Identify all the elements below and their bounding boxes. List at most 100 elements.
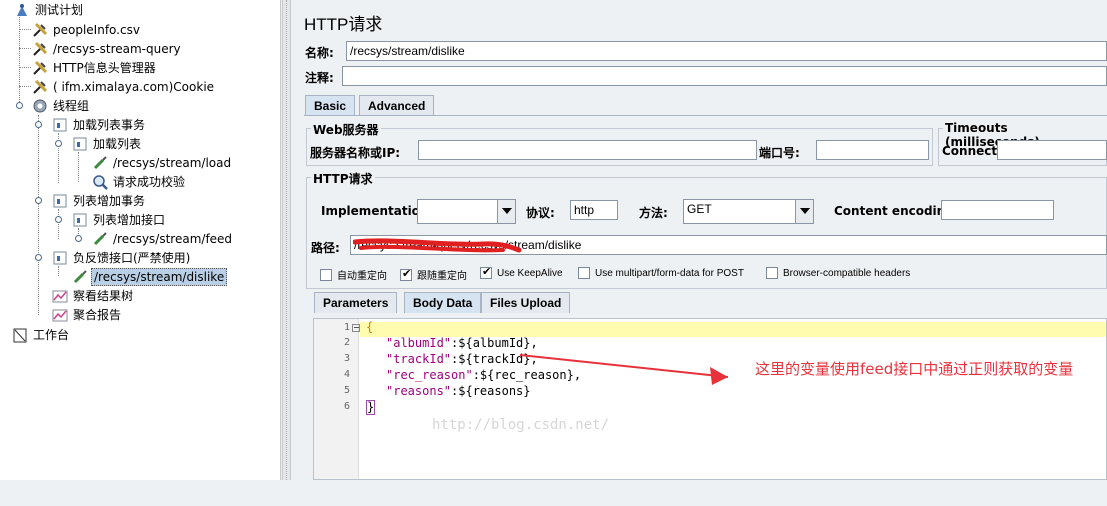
line-number: 1	[343, 322, 350, 333]
method-select[interactable]: GET	[683, 199, 814, 224]
expand-toggle-icon[interactable]	[35, 254, 42, 261]
transaction-icon	[52, 250, 68, 266]
transaction-icon	[72, 212, 88, 228]
implementation-select[interactable]	[417, 199, 516, 224]
checkbox-box	[578, 267, 590, 279]
fold-icon[interactable]: −	[352, 324, 360, 332]
expand-toggle-icon[interactable]	[35, 121, 42, 128]
expand-toggle-icon[interactable]	[75, 235, 82, 242]
browser-headers-checkbox[interactable]: Browser-compatible headers	[766, 267, 910, 279]
auto-redirect-checkbox[interactable]: 自动重定向	[320, 267, 387, 282]
http-request-legend: HTTP请求	[311, 170, 375, 187]
comment-label: 注释:	[305, 71, 334, 85]
pipette-icon	[92, 155, 108, 171]
tree-item-recsys-stream-query[interactable]: /recsys-stream-query	[32, 39, 183, 58]
tree-item-label: 线程组	[53, 98, 90, 113]
chevron-down-icon[interactable]	[795, 200, 813, 223]
tree-item-load-list[interactable]: 加载列表	[72, 134, 143, 153]
method-label: 方法:	[639, 206, 668, 220]
tree-item-add-list-transaction[interactable]: 列表增加事务	[52, 191, 147, 210]
line-number: 4	[343, 369, 350, 380]
expand-toggle-icon[interactable]	[35, 197, 42, 204]
checkbox-label: 自动重定向	[337, 271, 387, 282]
follow-redirect-checkbox[interactable]: 跟随重定向	[400, 267, 467, 282]
tree-item-dislike-transaction[interactable]: 负反馈接口(严禁使用)	[52, 248, 192, 267]
protocol-field[interactable]: http	[570, 200, 618, 220]
gear-icon	[32, 98, 48, 114]
line-number: 6	[343, 401, 350, 412]
keepalive-checkbox[interactable]: Use KeepAlive	[480, 265, 563, 279]
connect-timeout-field[interactable]	[997, 140, 1107, 160]
tree-item-stream-load[interactable]: /recsys/stream/load	[92, 153, 233, 172]
tab-parameters[interactable]: Parameters	[314, 292, 398, 313]
tab-advanced[interactable]: Advanced	[359, 95, 435, 116]
annotation-text: 这里的变量使用feed接口中通过正则获取的变量	[755, 360, 1074, 378]
tree-item-add-list-api[interactable]: 列表增加接口	[72, 210, 167, 229]
tree-item-label: ( ifm.ximalaya.com)Cookie	[53, 79, 215, 94]
transaction-icon	[52, 117, 68, 133]
content-encoding-field[interactable]	[941, 200, 1054, 220]
tree-item-stream-dislike[interactable]: /recsys/stream/dislike	[72, 267, 228, 286]
wrench-icon	[32, 79, 48, 95]
tree-item-label: 列表增加事务	[73, 193, 146, 208]
pipette-icon	[92, 231, 108, 247]
checkbox-box	[400, 267, 412, 281]
tree-item-label: /recsys-stream-query	[53, 41, 181, 56]
test-plan-icon	[14, 2, 30, 18]
transaction-icon	[72, 136, 88, 152]
server-label: 服务器名称或IP:	[310, 146, 401, 160]
port-label: 端口号:	[759, 146, 800, 160]
wrench-icon	[32, 60, 48, 76]
magnifier-icon	[92, 174, 108, 190]
multipart-checkbox[interactable]: Use multipart/form-data for POST	[578, 267, 744, 279]
tab-basic[interactable]: Basic	[305, 95, 356, 116]
arrow-icon	[519, 354, 729, 385]
wrench-icon	[32, 22, 48, 38]
protocol-label: 协议:	[526, 206, 555, 220]
tree-item-response-assertion[interactable]: 请求成功校验	[92, 172, 187, 191]
expand-toggle-icon[interactable]	[55, 216, 62, 223]
tree-item-label: 负反馈接口(严禁使用)	[73, 250, 191, 265]
chevron-down-icon[interactable]	[497, 200, 515, 223]
test-plan-tree[interactable]: 测试计划 peopleInfo.csv /recsys-stream-query…	[0, 0, 281, 480]
comment-field[interactable]	[342, 66, 1107, 86]
content-encoding-label: Content encoding:	[834, 204, 959, 218]
tree-item-label: peopleInfo.csv	[53, 22, 140, 37]
checkbox-box	[766, 267, 778, 279]
expand-toggle-icon[interactable]	[16, 102, 23, 109]
code-line: }	[366, 400, 376, 415]
chart-icon	[52, 288, 68, 304]
code-line: {	[366, 320, 374, 334]
code-line: "albumId":${albumId},	[386, 336, 538, 350]
tree-item-label: /recsys/stream/feed	[113, 231, 233, 246]
port-field[interactable]	[816, 140, 929, 160]
tree-item-label: 聚合报告	[73, 307, 122, 322]
tree-item-stream-feed[interactable]: /recsys/stream/feed	[92, 229, 234, 248]
server-field[interactable]	[418, 140, 757, 160]
tree-item-cookie[interactable]: ( ifm.ximalaya.com)Cookie	[32, 77, 216, 96]
tree-item-test-plan[interactable]: 测试计划	[14, 0, 85, 19]
tree-item-load-list-transaction[interactable]: 加载列表事务	[52, 115, 147, 134]
body-data-editor[interactable]: 1 2 3 4 5 6 − { "albumId":${albumId}, "t…	[313, 318, 1107, 480]
checkbox-box	[480, 265, 492, 279]
tab-files-upload[interactable]: Files Upload	[481, 292, 571, 313]
watermark: http://blog.csdn.net/	[432, 417, 610, 433]
tree-item-results-tree[interactable]: 察看结果树	[52, 286, 135, 305]
tree-item-thread-group[interactable]: 线程组	[32, 96, 91, 115]
tree-item-header-manager[interactable]: HTTP信息头管理器	[32, 58, 158, 77]
method-value: GET	[687, 202, 712, 216]
expand-toggle-icon[interactable]	[55, 140, 62, 147]
tree-item-aggregate-report[interactable]: 聚合报告	[52, 305, 123, 324]
tree-item-label: 请求成功校验	[113, 174, 186, 189]
tree-item-label: 加载列表事务	[73, 117, 146, 132]
page-title: HTTP请求	[304, 15, 383, 34]
tree-item-label: /recsys/stream/dislike	[91, 267, 228, 286]
pipette-icon	[72, 269, 88, 285]
tree-item-csv[interactable]: peopleInfo.csv	[32, 20, 142, 39]
line-number: 3	[343, 353, 350, 364]
splitter-handle[interactable]	[282, 0, 291, 480]
tree-item-workbench[interactable]: 工作台	[12, 325, 71, 344]
name-field[interactable]: /recsys/stream/dislike	[346, 41, 1107, 61]
checkbox-label: Browser-compatible headers	[783, 267, 911, 279]
tab-body-data[interactable]: Body Data	[404, 292, 482, 313]
